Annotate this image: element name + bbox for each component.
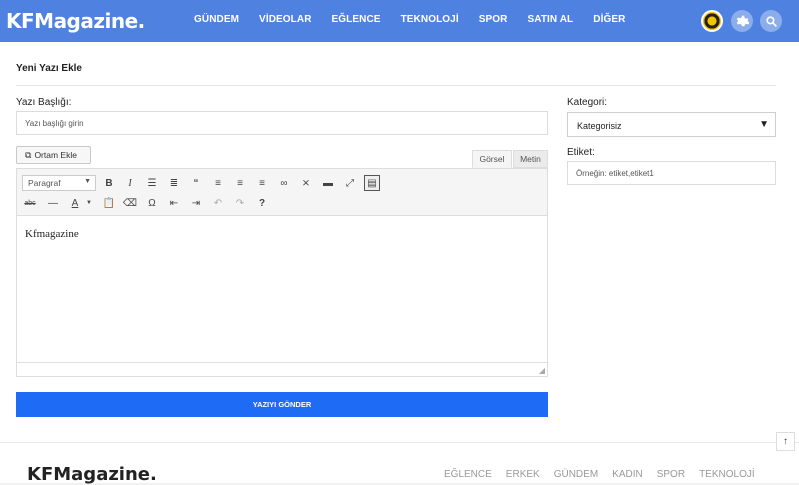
nav-item-satin-al[interactable]: SATIN AL xyxy=(527,14,573,25)
tab-text[interactable]: Metin xyxy=(513,150,548,168)
nav-item-diger[interactable]: DİĞER xyxy=(593,14,625,25)
italic-icon[interactable]: I xyxy=(122,175,138,191)
indent-icon[interactable]: ⇥ xyxy=(188,195,204,211)
post-form-panel: Yeni Yazı Ekle Yazı Başlığı: Yazı başlığ… xyxy=(0,42,799,442)
footer-link-gundem[interactable]: GÜNDEM xyxy=(554,469,598,480)
footer-nav: EĞLENCE ERKEK GÜNDEM KADIN SPOR TEKNOLOJ… xyxy=(444,469,769,480)
rich-text-editor: Paragraf ▼ B I ☰ ≣ “ ≡ ≡ ≡ ∞ ⨯ ▬ ⤢ ▤ abc… xyxy=(16,168,548,377)
paste-text-icon[interactable]: 📋 xyxy=(101,195,117,211)
add-media-button[interactable]: ⧉ Ortam Ekle xyxy=(16,146,91,164)
fullscreen-icon[interactable]: ⤢ xyxy=(342,175,358,191)
category-label: Kategori: xyxy=(567,97,608,108)
search-icon[interactable] xyxy=(760,10,782,32)
horizontal-line-icon[interactable]: — xyxy=(45,195,61,211)
dropdown-arrow-icon: ▼ xyxy=(759,119,769,130)
special-char-icon[interactable]: Ω xyxy=(144,195,160,211)
submit-post-button[interactable]: YAZIYI GÖNDER xyxy=(16,392,548,417)
media-icon: ⧉ xyxy=(25,149,32,160)
top-navbar: KFMagazine. GÜNDEM VİDEOLAR EĞLENCE TEKN… xyxy=(0,0,799,42)
tag-label: Etiket: xyxy=(567,147,595,158)
nav-item-spor[interactable]: SPOR xyxy=(479,14,508,25)
back-to-top-icon[interactable]: ↑ xyxy=(776,432,795,451)
format-arrow-icon: ▼ xyxy=(84,178,91,185)
blockquote-icon[interactable]: “ xyxy=(188,175,204,191)
align-right-icon[interactable]: ≡ xyxy=(254,175,270,191)
editor-statusbar: ◢ xyxy=(17,362,547,376)
footer-logo[interactable]: KFMagazine. xyxy=(27,464,157,485)
clear-format-icon[interactable]: ⌫ xyxy=(122,195,138,211)
category-value: Kategorisiz xyxy=(577,121,622,131)
align-center-icon[interactable]: ≡ xyxy=(232,175,248,191)
link-icon[interactable]: ∞ xyxy=(276,175,292,191)
bold-icon[interactable]: B xyxy=(101,175,117,191)
gear-icon[interactable] xyxy=(731,10,753,32)
page-title: Yeni Yazı Ekle xyxy=(16,63,82,74)
category-select[interactable]: Kategorisiz ▼ xyxy=(567,112,776,137)
title-label: Yazı Başlığı: xyxy=(16,97,72,108)
bullet-list-icon[interactable]: ☰ xyxy=(144,175,160,191)
footer-link-spor[interactable]: SPOR xyxy=(657,469,685,480)
format-select[interactable]: Paragraf ▼ xyxy=(22,175,96,191)
footer-link-erkek[interactable]: ERKEK xyxy=(506,469,540,480)
footer-link-teknoloji[interactable]: TEKNOLOJİ xyxy=(699,469,755,480)
tag-input[interactable]: Örneğin: etiket,etiket1 xyxy=(567,161,776,185)
title-input[interactable]: Yazı başlığı girin xyxy=(16,111,548,135)
strikethrough-icon[interactable]: abc xyxy=(22,195,38,211)
text-color-arrow-icon[interactable]: ▼ xyxy=(81,195,97,211)
read-more-icon[interactable]: ▬ xyxy=(320,175,336,191)
format-select-value: Paragraf xyxy=(28,178,61,188)
undo-icon[interactable]: ↶ xyxy=(210,195,226,211)
main-nav: GÜNDEM VİDEOLAR EĞLENCE TEKNOLOJİ SPOR S… xyxy=(194,14,645,25)
unlink-icon[interactable]: ⨯ xyxy=(298,175,314,191)
help-icon[interactable]: ? xyxy=(254,195,270,211)
editor-toolbar: Paragraf ▼ B I ☰ ≣ “ ≡ ≡ ≡ ∞ ⨯ ▬ ⤢ ▤ abc… xyxy=(17,169,547,216)
footer-link-eglence[interactable]: EĞLENCE xyxy=(444,469,492,480)
nav-item-gundem[interactable]: GÜNDEM xyxy=(194,14,239,25)
outdent-icon[interactable]: ⇤ xyxy=(166,195,182,211)
nav-item-teknoloji[interactable]: TEKNOLOJİ xyxy=(401,14,459,25)
footer: ↑ KFMagazine. EĞLENCE ERKEK GÜNDEM KADIN… xyxy=(0,432,799,485)
redo-icon[interactable]: ↷ xyxy=(232,195,248,211)
footer-link-kadin[interactable]: KADIN xyxy=(612,469,643,480)
nav-item-videolar[interactable]: VİDEOLAR xyxy=(259,14,311,25)
site-logo[interactable]: KFMagazine. xyxy=(6,9,145,33)
align-left-icon[interactable]: ≡ xyxy=(210,175,226,191)
add-media-label: Ortam Ekle xyxy=(34,150,77,160)
numbered-list-icon[interactable]: ≣ xyxy=(166,175,182,191)
tab-visual[interactable]: Görsel xyxy=(472,150,512,168)
resize-handle-icon[interactable]: ◢ xyxy=(539,366,545,375)
avatar[interactable] xyxy=(701,10,723,32)
nav-item-eglence[interactable]: EĞLENCE xyxy=(332,14,381,25)
editor-content[interactable]: Kfmagazine xyxy=(25,228,79,240)
toolbar-toggle-icon[interactable]: ▤ xyxy=(364,175,380,191)
divider xyxy=(16,85,776,86)
